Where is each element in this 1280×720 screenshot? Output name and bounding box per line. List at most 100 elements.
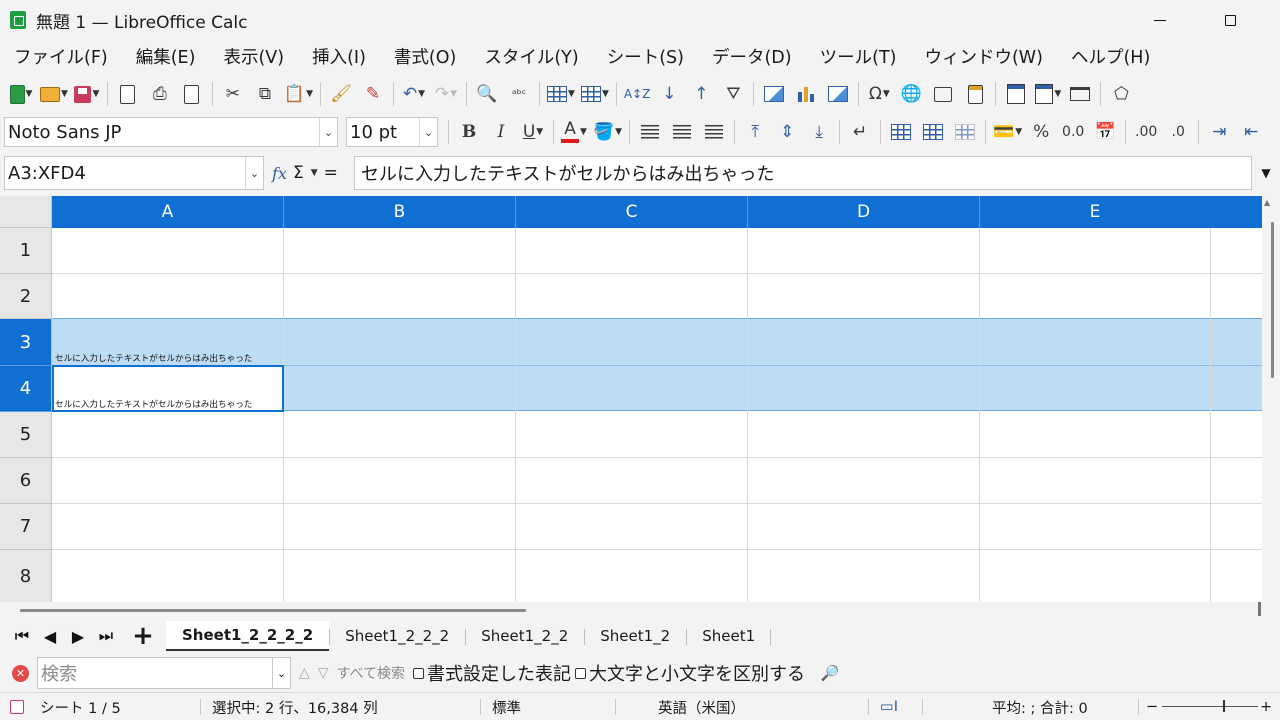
align-right-button[interactable]	[701, 118, 727, 146]
column-button[interactable]: ▼	[580, 80, 609, 108]
scroll-up-icon[interactable]: ▲	[1264, 198, 1270, 207]
header-footer-button[interactable]	[962, 80, 988, 108]
font-name-combo[interactable]: Noto Sans JP ⌄	[4, 117, 338, 147]
comment-button[interactable]	[930, 80, 956, 108]
find-input[interactable]: 検索	[37, 657, 273, 689]
copy-button[interactable]: ⧉	[252, 80, 278, 108]
save-button[interactable]: ▼	[74, 80, 100, 108]
menu-sheet[interactable]: シート(S)	[593, 42, 698, 74]
insert-image-button[interactable]	[761, 80, 787, 108]
spelling-button[interactable]: ᵃᵇᶜ	[506, 80, 532, 108]
open-button[interactable]: ▼	[40, 80, 68, 108]
row-header-1[interactable]: 1	[0, 228, 52, 274]
menu-window[interactable]: ウィンドウ(W)	[910, 42, 1056, 74]
vertical-scrollbar-thumb[interactable]	[1271, 222, 1274, 378]
align-center-button[interactable]	[669, 118, 695, 146]
sheet-tab-sheet1-2-2[interactable]: Sheet1_2_2	[465, 621, 584, 651]
unmerge-cells-button[interactable]	[952, 118, 978, 146]
zoom-slider[interactable]	[1162, 706, 1258, 707]
sum-button[interactable]: Σ	[293, 163, 304, 183]
bold-button[interactable]: B	[456, 118, 482, 146]
hyperlink-button[interactable]: 🌐	[898, 80, 924, 108]
column-header-a[interactable]: A	[52, 196, 284, 228]
match-case-checkbox[interactable]	[575, 667, 587, 679]
menu-data[interactable]: データ(D)	[698, 42, 806, 74]
sheet-tab-sheet1-2[interactable]: Sheet1_2	[584, 621, 686, 651]
font-color-button[interactable]: A ▼	[561, 118, 587, 146]
define-print-area-button[interactable]	[1003, 80, 1029, 108]
print-preview-button[interactable]	[179, 80, 205, 108]
last-sheet-icon[interactable]: ⏭	[92, 621, 120, 651]
autofilter-button[interactable]: ⛛	[720, 80, 746, 108]
sort-button[interactable]: A↕Z	[624, 80, 650, 108]
select-all-corner[interactable]	[0, 196, 52, 228]
row-header-6[interactable]: 6	[0, 458, 52, 504]
wrap-text-button[interactable]: ↵	[847, 118, 873, 146]
page-style[interactable]: 標準	[492, 693, 521, 720]
merge-cells-button[interactable]	[920, 118, 946, 146]
zoom-in-button[interactable]: +	[1260, 693, 1272, 720]
function-wizard-button[interactable]: fx	[272, 164, 287, 183]
menu-styles[interactable]: スタイル(Y)	[470, 42, 592, 74]
show-draw-functions-button[interactable]: ⬠	[1108, 80, 1134, 108]
align-middle-button[interactable]: ⇕	[774, 118, 800, 146]
row-header-3[interactable]: 3	[0, 319, 52, 366]
chevron-down-icon[interactable]: ⌄	[319, 118, 337, 146]
freeze-rows-columns-button[interactable]: ▼	[1035, 80, 1061, 108]
horizontal-scrollbar[interactable]	[0, 602, 1280, 618]
currency-button[interactable]: 💳 ▼	[993, 118, 1022, 146]
paste-button[interactable]: 📋 ▼	[284, 80, 313, 108]
formula-button[interactable]: =	[324, 163, 338, 183]
menu-format[interactable]: 書式(O)	[380, 42, 470, 74]
cell-a3[interactable]: セルに入力したテキストがセルからはみ出ちゃった	[55, 352, 252, 364]
cell-a4[interactable]: セルに入力したテキストがセルからはみ出ちゃった	[55, 398, 252, 410]
menu-edit[interactable]: 編集(E)	[122, 42, 210, 74]
export-pdf-button[interactable]	[115, 80, 141, 108]
add-sheet-button[interactable]: +	[126, 621, 160, 651]
chevron-down-icon[interactable]: ⌄	[273, 657, 291, 689]
sheet-tab-sheet1-2-2-2[interactable]: Sheet1_2_2_2	[329, 621, 465, 651]
formatted-display-checkbox[interactable]	[413, 667, 425, 679]
selection-mode-icon[interactable]: ▭Ⅰ	[880, 693, 898, 720]
spreadsheet-grid[interactable]: セルに入力したテキストがセルからはみ出ちゃった セルに入力したテキストがセルから…	[0, 196, 1280, 602]
menu-help[interactable]: ヘルプ(H)	[1057, 42, 1164, 74]
row-header-4[interactable]: 4	[0, 366, 52, 412]
insert-chart-button[interactable]	[793, 80, 819, 108]
align-bottom-button[interactable]: ⤓	[806, 118, 832, 146]
find-next-icon[interactable]: ▽	[318, 665, 329, 681]
maximize-button[interactable]	[1200, 0, 1260, 40]
minimize-button[interactable]	[1130, 0, 1190, 40]
row-header-2[interactable]: 2	[0, 274, 52, 319]
menu-view[interactable]: 表示(V)	[209, 42, 298, 74]
language[interactable]: 英語（米国）	[658, 693, 745, 720]
horizontal-scrollbar-thumb[interactable]	[20, 609, 526, 612]
column-header-d[interactable]: D	[748, 196, 980, 228]
menu-insert[interactable]: 挿入(I)	[298, 42, 380, 74]
undo-button[interactable]: ↶ ▼	[401, 80, 427, 108]
print-button[interactable]: ⎙	[147, 80, 173, 108]
find-replace-icon[interactable]: 🔎	[819, 662, 841, 684]
sum-summary[interactable]: 平均: ; 合計: 0	[992, 693, 1088, 720]
clear-formatting-button[interactable]: ✎	[360, 80, 386, 108]
previous-sheet-icon[interactable]: ◀	[36, 621, 64, 651]
add-decimal-button[interactable]: .00	[1133, 118, 1159, 146]
expand-formula-bar-icon[interactable]: ▼	[1254, 156, 1278, 190]
menu-file[interactable]: ファイル(F)	[0, 42, 122, 74]
underline-button[interactable]: U ▼	[520, 118, 546, 146]
formula-input[interactable]: セルに入力したテキストがセルからはみ出ちゃった	[354, 156, 1252, 190]
name-box[interactable]: A3:XFD4 ⌄	[4, 156, 264, 190]
font-size-combo[interactable]: 10 pt ⌄	[346, 117, 438, 147]
zoom-out-button[interactable]: −	[1146, 693, 1158, 720]
split-window-button[interactable]	[1067, 80, 1093, 108]
scrollbar-splitter[interactable]	[1258, 602, 1261, 616]
italic-button[interactable]: I	[488, 118, 514, 146]
background-color-button[interactable]: 🪣 ▼	[593, 118, 622, 146]
sort-descending-button[interactable]: ↑	[688, 80, 714, 108]
increase-indent-button[interactable]: ⇥	[1206, 118, 1232, 146]
close-icon[interactable]: ✕	[12, 664, 29, 682]
sheet-tab-sheet1-2-2-2-2[interactable]: Sheet1_2_2_2_2	[166, 621, 330, 651]
number-format-standard-button[interactable]: 0.0	[1060, 118, 1086, 146]
new-button[interactable]: ▼	[8, 80, 34, 108]
row-header-8[interactable]: 8	[0, 550, 52, 602]
decrease-indent-button[interactable]: ⇤	[1238, 118, 1264, 146]
